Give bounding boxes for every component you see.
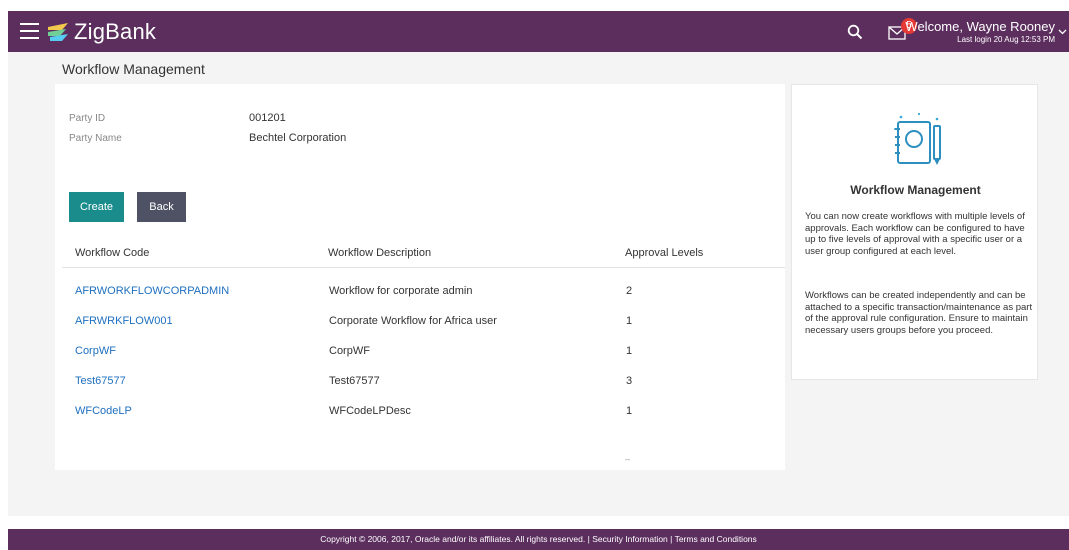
workflow-description: Test67577 [329, 375, 380, 387]
workflow-code-link[interactable]: Test67577 [75, 374, 126, 388]
column-header-workflow-description: Workflow Description [328, 247, 432, 259]
hamburger-menu-icon[interactable] [20, 23, 39, 39]
footer-separator: | [667, 534, 675, 544]
zigbank-logo-icon [48, 23, 68, 41]
approval-levels: 1 [626, 345, 633, 357]
table-header-divider [62, 267, 785, 268]
workflow-code-link[interactable]: CorpWF [75, 344, 116, 358]
terms-and-conditions-link[interactable]: Terms and Conditions [675, 534, 757, 544]
approval-levels: 1 [626, 315, 633, 327]
workflow-description: Workflow for corporate admin [329, 285, 473, 297]
notebook-pen-icon [894, 112, 941, 165]
security-information-link[interactable]: Security Information [592, 534, 668, 544]
workflow-code-link[interactable]: WFCodeLP [75, 404, 132, 418]
party-id-value: 001201 [249, 112, 286, 124]
page-title-bar: Workflow Management [8, 52, 1069, 86]
approval-levels: 3 [626, 375, 633, 387]
pagination-mark: – [625, 454, 631, 464]
help-paragraph: Workflows can be created independently a… [805, 290, 1033, 336]
column-header-approval-levels: Approval Levels [625, 247, 704, 259]
party-name-label: Party Name [69, 133, 122, 144]
approval-levels: 2 [626, 285, 633, 297]
table-row: CorpWF CorpWF 1 [55, 344, 785, 374]
help-paragraph: You can now create workflows with multip… [805, 211, 1025, 257]
column-header-workflow-code: Workflow Code [75, 247, 150, 259]
welcome-text: Welcome, Wayne Rooney [905, 19, 1055, 34]
workflow-list-card: Party ID 001201 Party Name Bechtel Corpo… [55, 84, 785, 470]
page-title: Workflow Management [62, 61, 205, 77]
help-panel-title: Workflow Management [850, 183, 981, 197]
table-row: WFCodeLP WFCodeLPDesc 1 [55, 404, 785, 434]
chevron-down-icon[interactable] [1058, 27, 1067, 36]
help-panel: Workflow Management You can now create w… [791, 84, 1038, 380]
approval-levels: 1 [626, 405, 633, 417]
footer: Copyright © 2006, 2017, Oracle and/or it… [8, 529, 1069, 550]
workflow-description: WFCodeLPDesc [329, 405, 411, 417]
app-name: ZigBank [74, 19, 157, 44]
copyright-text: Copyright © 2006, 2017, Oracle and/or it… [320, 534, 586, 544]
table-row: AFRWRKFLOW001 Corporate Workflow for Afr… [55, 314, 785, 344]
last-login-text: Last login 20 Aug 12:53 PM [957, 35, 1055, 44]
back-button[interactable]: Back [137, 192, 186, 222]
top-navigation-bar: ZigBank 5 Welcome, Wayne Rooney Last log… [8, 11, 1069, 52]
app-logo[interactable]: ZigBank [46, 18, 156, 46]
create-button[interactable]: Create [69, 192, 124, 222]
party-id-label: Party ID [69, 113, 106, 124]
search-icon[interactable] [846, 23, 864, 41]
workflow-description: CorpWF [329, 345, 370, 357]
party-name-value: Bechtel Corporation [249, 132, 347, 144]
workflow-code-link[interactable]: AFRWORKFLOWCORPADMIN [75, 284, 229, 298]
user-menu[interactable]: Welcome, Wayne Rooney Last login 20 Aug … [905, 19, 1055, 44]
workflow-code-link[interactable]: AFRWRKFLOW001 [75, 314, 173, 328]
table-row: AFRWORKFLOWCORPADMIN Workflow for corpor… [55, 284, 785, 314]
table-row: Test67577 Test67577 3 [55, 374, 785, 404]
workflow-description: Corporate Workflow for Africa user [329, 315, 497, 327]
